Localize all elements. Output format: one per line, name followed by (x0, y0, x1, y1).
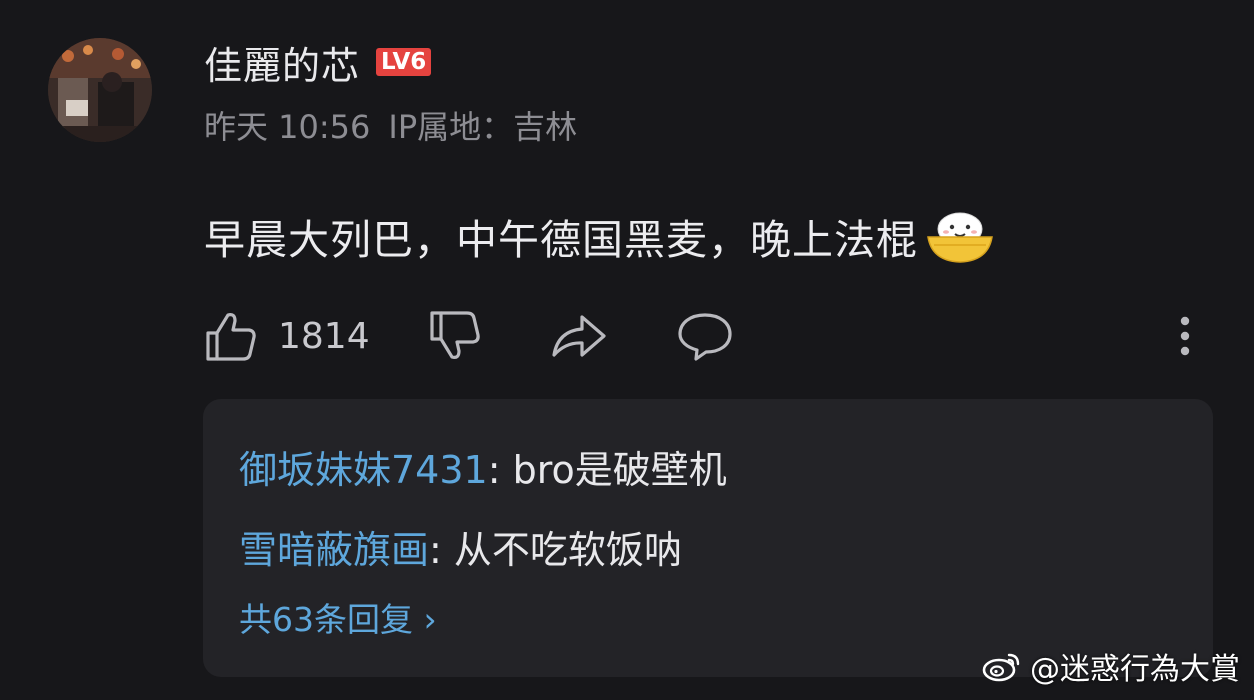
avatar-image (48, 38, 152, 142)
watermark: @迷惑行為大賞 (982, 644, 1240, 688)
comment-time: 昨天 10:56 (204, 108, 371, 146)
reply-item[interactable]: 雪暗蔽旗画: 从不吃软饭呐 (239, 519, 682, 574)
comment-text: 早晨大列巴，中午德国黑麦，晚上法棍 (204, 216, 918, 264)
thumbs-up-icon (206, 313, 256, 361)
share-icon (552, 315, 606, 357)
comment-body: 早晨大列巴，中午德国黑麦，晚上法棍 (204, 206, 996, 266)
replies-panel: 御坂妹妹7431: bro是破壁机 雪暗蔽旗画: 从不吃软饭呐 共63条回复 › (203, 399, 1213, 677)
author-name[interactable]: 佳麗的芯 (204, 35, 360, 90)
thumbs-down-icon (430, 311, 480, 359)
view-all-replies-link[interactable]: 共63条回复 › (239, 593, 437, 641)
reply-author[interactable]: 雪暗蔽旗画 (239, 528, 429, 572)
like-button[interactable]: 1814 (204, 306, 370, 366)
reply-text: bro是破壁机 (512, 448, 727, 492)
comment-meta: 昨天 10:56 IP属地：吉林 (204, 102, 577, 148)
more-options-button[interactable] (1170, 306, 1200, 366)
reply-author[interactable]: 御坂妹妹7431 (239, 448, 488, 492)
share-button[interactable] (550, 306, 608, 366)
dislike-button[interactable] (428, 306, 482, 366)
ip-location: IP属地：吉林 (388, 108, 578, 146)
reply-separator: : (429, 528, 454, 572)
watermark-text: @迷惑行為大賞 (1030, 652, 1240, 687)
user-avatar[interactable] (48, 38, 152, 142)
weibo-icon (982, 653, 1020, 682)
like-count: 1814 (278, 315, 370, 357)
level-badge: LV6 (376, 48, 432, 76)
rice-bowl-emoji (924, 207, 996, 265)
reply-item[interactable]: 御坂妹妹7431: bro是破壁机 (239, 439, 727, 494)
comment-bubble-icon (678, 313, 732, 361)
more-vertical-icon (1180, 316, 1190, 356)
reply-separator: : (487, 448, 513, 492)
reply-button[interactable] (676, 306, 734, 366)
reply-text: 从不吃软饭呐 (453, 528, 682, 572)
comment-actions: 1814 (200, 306, 1210, 366)
author-row: 佳麗的芯 LV6 (204, 35, 432, 90)
